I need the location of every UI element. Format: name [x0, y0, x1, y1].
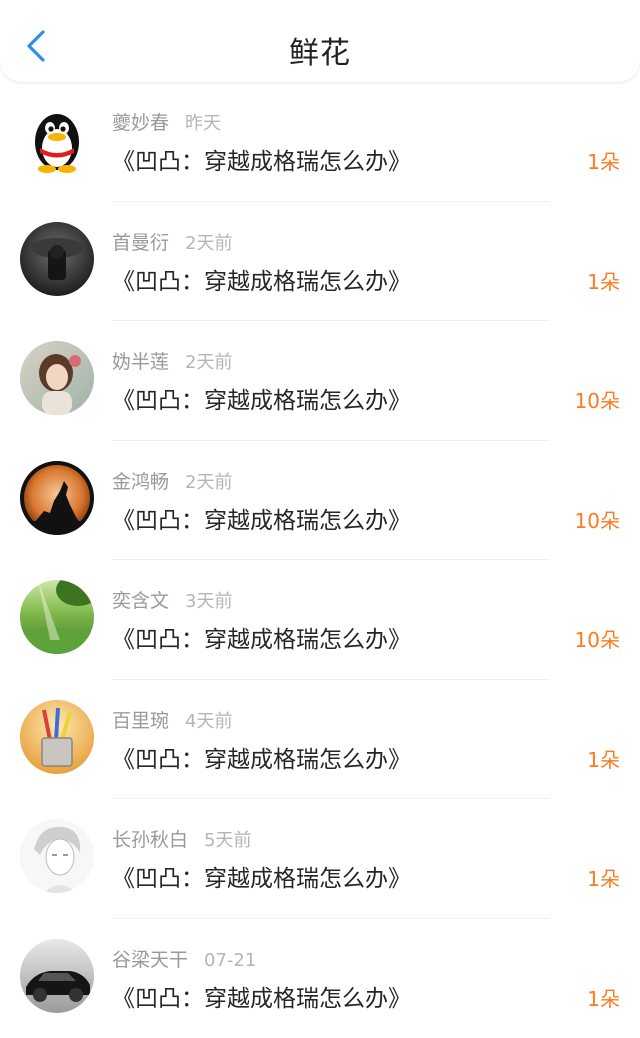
sender-meta: 百里琬 4天前 — [112, 706, 232, 733]
top-nav-bar: 鲜花 — [0, 0, 640, 82]
howling-wolf-avatar[interactable] — [20, 461, 94, 535]
sender-name: 长孙秋白 — [112, 829, 188, 851]
send-time: 07-21 — [204, 950, 256, 971]
sender-meta: 金鸿畅 2天前 — [112, 467, 232, 494]
sender-meta: 奕含文 3天前 — [112, 586, 232, 613]
flower-count: 1朵 — [587, 744, 620, 773]
book-title: 《凹凸：穿越成格瑞怎么办》 — [112, 620, 411, 654]
sender-name: 百里琬 — [112, 710, 169, 732]
send-time: 2天前 — [185, 352, 232, 373]
flower-count: 1朵 — [587, 983, 620, 1012]
sender-name: 谷梁天干 — [112, 949, 188, 971]
sender-meta: 首曼衍 2天前 — [112, 228, 232, 255]
book-title: 《凹凸：穿越成格瑞怎么办》 — [112, 142, 411, 176]
pencil-cup-avatar[interactable] — [20, 700, 94, 774]
flower-count: 10朵 — [575, 505, 620, 534]
list-item[interactable]: 金鸿畅 2天前 《凹凸：穿越成格瑞怎么办》 10朵 — [0, 441, 640, 561]
sender-meta: 长孙秋白 5天前 — [112, 825, 251, 852]
sender-meta: 夔妙春昨天 — [112, 108, 221, 135]
book-title: 《凹凸：穿越成格瑞怎么办》 — [112, 381, 411, 415]
page-title: 鲜花 — [0, 28, 640, 72]
send-time: 2天前 — [185, 472, 232, 493]
send-time: 2天前 — [185, 233, 232, 254]
list-item[interactable]: 妫半莲 2天前 《凹凸：穿越成格瑞怎么办》 10朵 — [0, 321, 640, 441]
flower-count: 1朵 — [587, 863, 620, 892]
sender-name: 金鸿畅 — [112, 471, 169, 493]
green-forest-avatar[interactable] — [20, 580, 94, 654]
flower-count: 10朵 — [575, 624, 620, 653]
sender-name: 夔妙春 — [112, 112, 169, 134]
book-title: 《凹凸：穿越成格瑞怎么办》 — [112, 979, 411, 1013]
list-item[interactable]: 长孙秋白 5天前 《凹凸：穿越成格瑞怎么办》 1朵 — [0, 799, 640, 919]
send-time: 5天前 — [204, 830, 251, 851]
flower-record-list: 夔妙春昨天 《凹凸：穿越成格瑞怎么办》 1朵 首曼衍2天前 《 — [0, 82, 640, 1038]
list-item[interactable]: 首曼衍 2天前 《凹凸：穿越成格瑞怎么办》 1朵 — [0, 202, 640, 322]
dark-figure-avatar[interactable] — [20, 222, 94, 296]
flower-count: 1朵 — [587, 146, 620, 175]
sender-name: 奕含文 — [112, 590, 169, 612]
sketch-boy-avatar[interactable] — [20, 819, 94, 893]
flower-count: 1朵 — [587, 266, 620, 295]
flower-count: 10朵 — [575, 385, 620, 414]
book-title: 《凹凸：穿越成格瑞怎么办》 — [112, 262, 411, 296]
qq-penguin-avatar[interactable] — [20, 102, 94, 176]
sender-name: 妫半莲 — [112, 351, 169, 373]
list-item[interactable]: 谷梁天干 07-21 《凹凸：穿越成格瑞怎么办》 1朵 — [0, 919, 640, 1038]
girl-photo-avatar[interactable] — [20, 341, 94, 415]
book-title: 《凹凸：穿越成格瑞怎么办》 — [112, 740, 411, 774]
send-time: 昨天 — [185, 113, 221, 134]
send-time: 4天前 — [185, 711, 232, 732]
list-item[interactable]: 奕含文 3天前 《凹凸：穿越成格瑞怎么办》 10朵 — [0, 560, 640, 680]
sender-meta: 谷梁天干 07-21 — [112, 945, 256, 972]
sender-name: 首曼衍 — [112, 232, 169, 254]
sender-meta: 妫半莲 2天前 — [112, 347, 232, 374]
list-item[interactable]: 百里琬 4天前 《凹凸：穿越成格瑞怎么办》 1朵 — [0, 680, 640, 800]
send-time: 3天前 — [185, 591, 232, 612]
list-item[interactable]: 夔妙春昨天 《凹凸：穿越成格瑞怎么办》 1朵 — [0, 82, 640, 202]
book-title: 《凹凸：穿越成格瑞怎么办》 — [112, 501, 411, 535]
black-car-avatar[interactable] — [20, 939, 94, 1013]
book-title: 《凹凸：穿越成格瑞怎么办》 — [112, 859, 411, 893]
